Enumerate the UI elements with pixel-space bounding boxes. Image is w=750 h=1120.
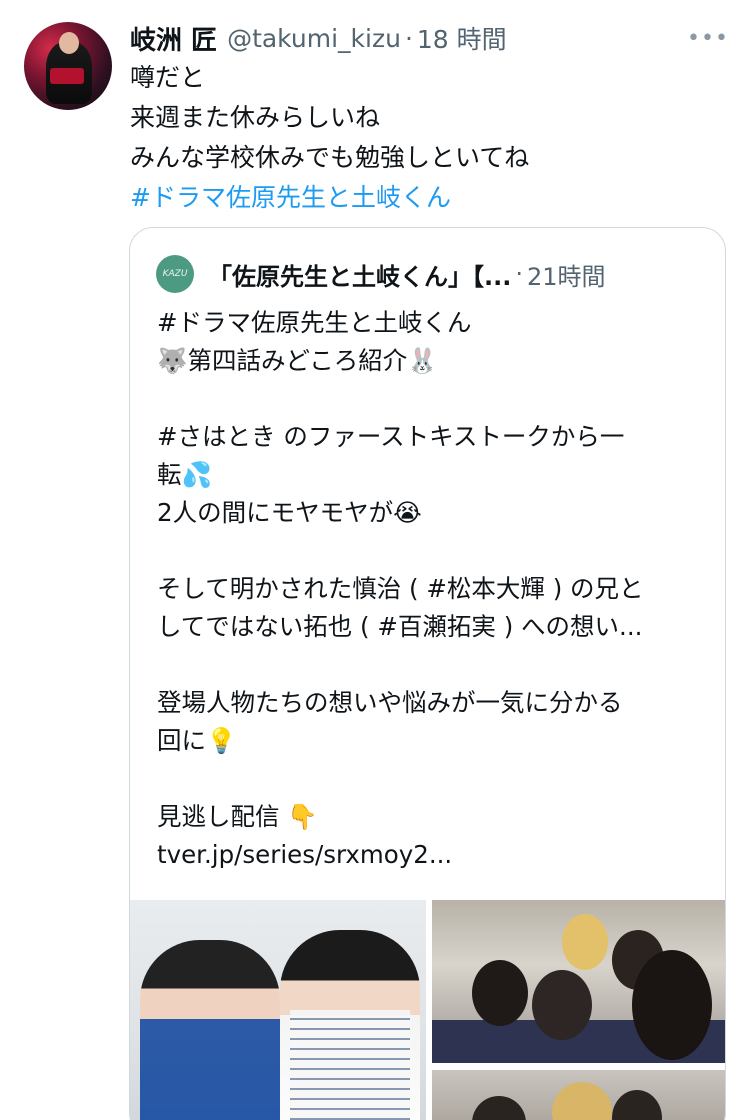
quoted-line-blank bbox=[157, 760, 705, 798]
photo-person bbox=[632, 950, 712, 1060]
quoted-author-name[interactable]: 「佐原先生と土岐くん」【... bbox=[208, 257, 511, 292]
quoted-line-blank bbox=[157, 380, 705, 418]
quoted-media-grid bbox=[130, 900, 725, 1120]
quoted-line: 2人の間にモヤモヤが😭 bbox=[157, 498, 422, 527]
quoted-line: 見逃し配信 👇 bbox=[157, 802, 318, 831]
photo-person bbox=[472, 1096, 526, 1120]
tweet-line: 来週また休みらしいね bbox=[130, 103, 381, 132]
quoted-line: そして明かされた慎治 ( #松本大輝 ) の兄と bbox=[157, 574, 644, 603]
header-separator: · bbox=[404, 23, 413, 53]
quoted-tweet-header: KAZU 「佐原先生と土岐くん」【... · 21時間 bbox=[156, 254, 705, 294]
more-horizontal-icon[interactable]: ••• bbox=[687, 20, 728, 56]
quoted-author-avatar[interactable]: KAZU bbox=[156, 255, 194, 293]
quoted-line: 回に💡 bbox=[157, 726, 237, 755]
quoted-line: 転💦 bbox=[157, 460, 213, 489]
quoted-link[interactable]: tver.jp/series/srxmoy2... bbox=[157, 836, 705, 874]
tweet-timestamp[interactable]: 18 時間 bbox=[417, 20, 507, 56]
quoted-separator: · bbox=[515, 260, 523, 288]
photo-person bbox=[532, 970, 592, 1040]
quoted-line: してではない拓也 ( #百瀬拓実 ) への想い... bbox=[157, 612, 643, 641]
media-photo-3[interactable] bbox=[432, 1070, 725, 1120]
avatar-stripe bbox=[50, 68, 84, 84]
quoted-line: 登場人物たちの想いや悩みが一気に分かる bbox=[157, 688, 623, 717]
photo-person bbox=[472, 960, 528, 1026]
photo-person bbox=[562, 914, 608, 970]
photo-person bbox=[612, 1090, 662, 1120]
quoted-tweet-card[interactable]: KAZU 「佐原先生と土岐くん」【... · 21時間 #ドラマ佐原先生と土岐く… bbox=[129, 227, 726, 1120]
tweet-text: 噂だと 来週また休みらしいね みんな学校休みでも勉強しといてね #ドラマ佐原先生… bbox=[130, 58, 726, 218]
quoted-line: 🐺第四話みどころ紹介🐰 bbox=[157, 346, 438, 375]
media-photo-1[interactable] bbox=[130, 900, 426, 1120]
quoted-line: #ドラマ佐原先生と土岐くん bbox=[157, 308, 472, 337]
quoted-line: #さはとき のファーストキストークから一 bbox=[157, 422, 625, 451]
photo-person bbox=[140, 940, 280, 1120]
author-handle[interactable]: @takumi_kizu bbox=[227, 24, 401, 53]
photo-shirt bbox=[290, 1010, 410, 1120]
tweet-line: 噂だと bbox=[130, 63, 206, 92]
quoted-line-blank bbox=[157, 646, 705, 684]
quoted-timestamp[interactable]: 21時間 bbox=[527, 257, 606, 292]
quoted-tweet-text: #ドラマ佐原先生と土岐くん 🐺第四話みどころ紹介🐰 #さはとき のファーストキス… bbox=[157, 304, 705, 874]
tweet-hashtag-link[interactable]: #ドラマ佐原先生と土岐くん bbox=[130, 178, 726, 218]
author-avatar[interactable] bbox=[24, 22, 112, 110]
author-name[interactable]: 岐洲 匠 bbox=[130, 20, 217, 57]
photo-person bbox=[552, 1082, 612, 1120]
media-photo-2[interactable] bbox=[432, 900, 725, 1063]
tweet[interactable]: 岐洲 匠 @takumi_kizu · 18 時間 ••• 噂だと 来週また休み… bbox=[0, 0, 750, 1120]
quoted-line-blank bbox=[157, 532, 705, 570]
tweet-line: みんな学校休みでも勉強しといてね bbox=[130, 143, 530, 172]
tweet-header: 岐洲 匠 @takumi_kizu · 18 時間 ••• bbox=[130, 20, 728, 57]
